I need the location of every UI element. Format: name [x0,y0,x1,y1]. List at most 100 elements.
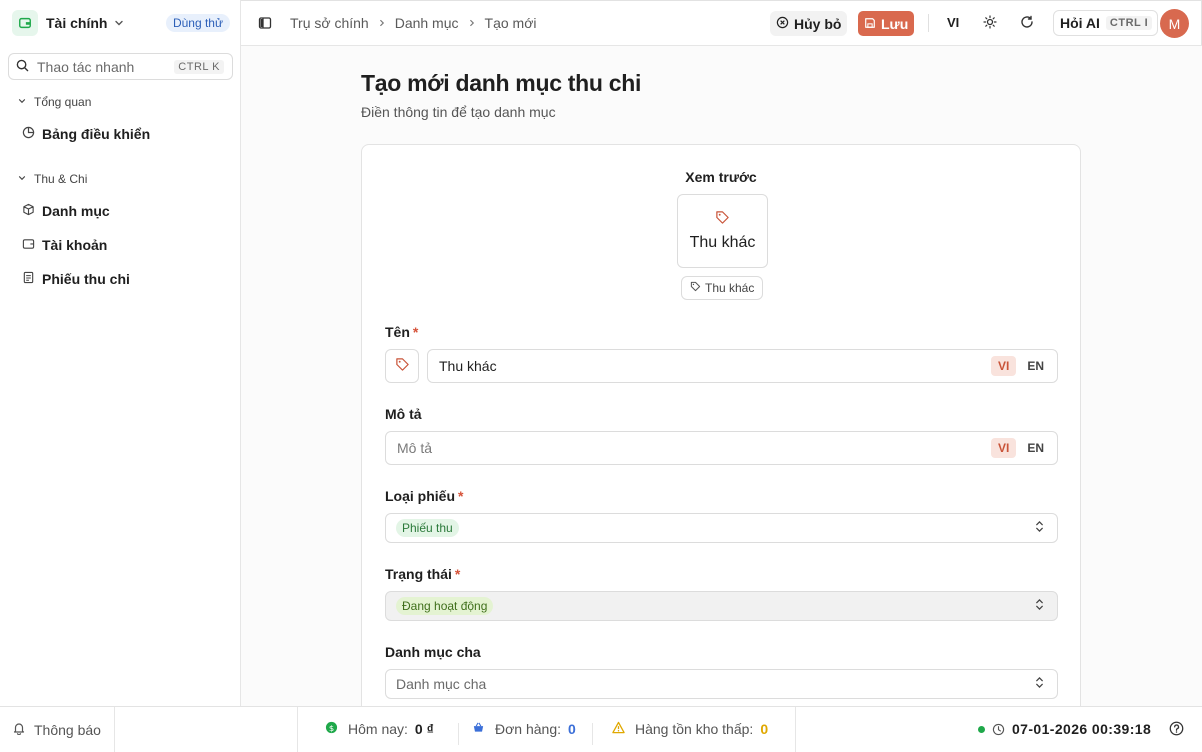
top-bar: Trụ sở chính Danh mục Tạo mới Hủy bỏ Lưu… [241,0,1202,46]
low-stock-value: 0 [760,721,769,737]
language-switch[interactable]: VI [947,15,959,30]
type-label-text: Loại phiếu [385,488,455,504]
status-field-label: Trạng thái * [385,566,460,582]
description-placeholder: Mô tả [397,440,433,456]
cancel-button[interactable]: Hủy bỏ [770,11,848,36]
search-placeholder: Thao tác nhanh [37,58,135,75]
notifications-button[interactable]: Thông báo [12,721,101,738]
page-subtitle: Điền thông tin để tạo danh mục [361,104,556,120]
orders-value: 0 [568,721,576,737]
ask-ai-button[interactable]: Hỏi AI CTRL I [1053,10,1159,36]
refresh-icon[interactable] [1020,15,1034,32]
lang-en-toggle[interactable]: EN [1020,438,1051,458]
parent-field-label: Danh mục cha [385,644,481,660]
orders-label: Đơn hàng: [495,721,562,737]
sidebar-item-label: Tài khoản [42,237,108,253]
today-label: Hôm nay: [348,721,408,737]
sun-icon[interactable] [983,15,997,32]
name-field-label: Tên * [385,324,418,340]
group-label-income-expense: Thu & Chi [34,172,88,186]
lang-vi-toggle[interactable]: VI [990,438,1017,458]
ask-ai-shortcut: CTRL I [1105,16,1153,30]
sidebar-item-label: Bảng điều khiển [42,126,151,142]
sidebar-item-dashboard[interactable]: Bảng điều khiển [22,126,150,142]
chevron-updown-icon [1034,520,1045,536]
type-value-tag: Phiếu thu [396,519,459,537]
chevron-right-icon [377,18,387,28]
tag-icon [395,357,410,375]
name-input[interactable]: Thu khác VI EN [427,349,1058,383]
type-select[interactable]: Phiếu thu [385,513,1058,543]
page-title: Tạo mới danh mục thu chi [361,70,642,96]
status-label-text: Trạng thái [385,566,452,582]
breadcrumb-item-current: Tạo mới [484,15,537,31]
description-input[interactable]: Mô tả VI EN [385,431,1058,465]
low-stock-label: Hàng tồn kho thấp: [635,721,754,737]
preview-label: Xem trước [685,169,757,185]
lang-en-toggle[interactable]: EN [1020,356,1051,376]
required-mark: * [458,488,464,504]
dollar-icon: $ [325,721,338,737]
preview-chip: Thu khác [681,276,764,300]
pie-chart-icon [22,126,35,142]
sidebar-item-vouchers[interactable]: Phiếu thu chi [22,271,130,287]
tag-icon [715,210,730,228]
description-language-toggle: VI EN [987,438,1051,458]
wallet-account-icon [22,237,35,253]
group-label-overview: Tổng quan [34,95,92,109]
help-icon[interactable] [1169,721,1184,739]
parent-placeholder: Danh mục cha [396,676,487,692]
receipt-icon [22,271,35,287]
required-mark: * [412,324,419,340]
sidebar: Tài chính Dùng thử Thao tác nhanh CTRL K… [0,0,241,706]
group-toggle-income-expense[interactable]: Thu & Chi [17,172,87,186]
cancel-label: Hủy bỏ [794,15,842,32]
sidebar-toggle-icon[interactable] [258,16,272,33]
warning-icon [612,721,625,737]
name-input-value: Thu khác [439,358,497,374]
lang-vi-toggle[interactable]: VI [990,356,1017,376]
breadcrumb: Trụ sở chính Danh mục Tạo mới [290,15,536,31]
save-icon [864,16,876,32]
breadcrumb-item-office[interactable]: Trụ sở chính [290,15,369,31]
datetime-value: 07-01-2026 00:39:18 [1012,721,1152,737]
bell-icon [12,721,26,738]
save-label: Lưu [881,15,909,32]
sidebar-item-label: Danh mục [42,203,110,219]
parent-select[interactable]: Danh mục cha [385,669,1058,699]
group-toggle-overview[interactable]: Tổng quan [17,95,91,109]
search-shortcut: CTRL K [174,59,224,74]
name-label-text: Tên [385,324,410,340]
basket-icon [472,721,485,737]
type-field-label: Loại phiếu * [385,488,463,504]
brand-switcher[interactable]: Tài chính Dùng thử [12,10,230,36]
preview-name: Thu khác [689,234,756,251]
status-value-tag: Đang hoạt động [396,597,494,615]
today-value: 0 ₫ [414,721,434,737]
clock-display: 07-01-2026 00:39:18 [978,721,1151,737]
footer-divider [795,707,796,752]
icon-picker-button[interactable] [385,349,419,383]
footer-divider [114,707,115,752]
save-button[interactable]: Lưu [858,11,915,36]
chevron-down-icon [113,17,125,29]
name-language-toggle: VI EN [987,356,1051,376]
sidebar-item-categories[interactable]: Danh mục [22,203,110,219]
quick-action-search[interactable]: Thao tác nhanh CTRL K [8,53,233,80]
required-mark: * [454,566,461,582]
chevron-down-icon [17,172,27,186]
sidebar-item-accounts[interactable]: Tài khoản [22,237,107,253]
clock-icon [992,723,1005,736]
chevron-right-icon [467,18,477,28]
chevron-updown-icon [1034,598,1045,614]
category-form-card: Xem trước Thu khác Thu khác Tên * Thu khá… [361,144,1081,706]
ask-ai-label: Hỏi AI [1060,15,1100,31]
breadcrumb-item-categories[interactable]: Danh mục [395,15,459,31]
description-field-label: Mô tả [385,406,422,422]
avatar[interactable]: M [1160,9,1189,38]
x-circle-icon [776,16,789,32]
toolbar-divider [928,14,929,32]
low-stock-count: Hàng tồn kho thấp: 0 [612,721,768,737]
preview-tile: Thu khác [677,194,768,268]
status-select[interactable]: Đang hoạt động [385,591,1058,621]
